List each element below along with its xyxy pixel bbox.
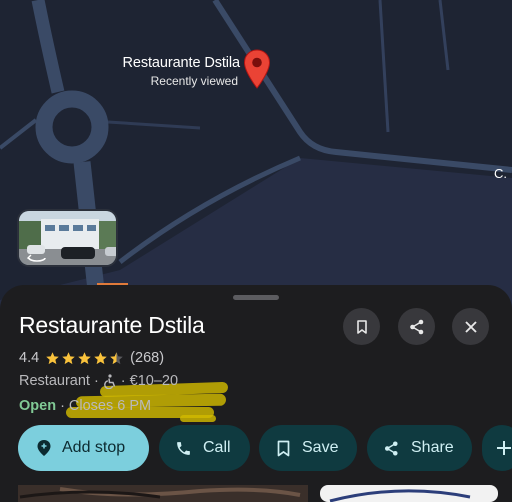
location-add-icon: [37, 440, 51, 456]
price-range: €10–20: [129, 373, 179, 389]
rating-value: 4.4: [19, 350, 40, 366]
category: Restaurant: [19, 373, 90, 389]
share-icon: [409, 319, 423, 334]
separator: ·: [93, 373, 99, 389]
photo-strip[interactable]: [0, 485, 512, 502]
star-rating: [45, 351, 125, 366]
more-actions-button[interactable]: [482, 425, 512, 471]
add-stop-label: Add stop: [62, 439, 126, 456]
close-icon: [464, 320, 477, 333]
bookmark-icon: [356, 319, 367, 334]
open-status: Open: [19, 398, 57, 414]
plus-icon: [497, 441, 511, 455]
drag-handle[interactable]: [233, 295, 279, 300]
review-count[interactable]: (268): [130, 350, 164, 366]
save-button[interactable]: Save: [259, 425, 357, 471]
map-pin-title[interactable]: Restaurante Dstila: [0, 55, 241, 71]
phone-icon: [177, 441, 190, 455]
save-place-button[interactable]: [343, 308, 380, 345]
map-edge-label: C.: [494, 166, 507, 181]
star-icon: [62, 351, 75, 364]
wheelchair-icon: [103, 373, 115, 389]
location-pin-icon[interactable]: [243, 49, 271, 89]
save-label: Save: [302, 439, 339, 456]
add-stop-button[interactable]: Add stop: [18, 425, 149, 471]
place-sheet: Restaurante Dstila 4.4 (268) Restaurant …: [0, 285, 512, 502]
star-icon: [94, 351, 107, 364]
star-icon: [78, 351, 91, 364]
share-place-button[interactable]: [398, 308, 435, 345]
share-icon: [384, 441, 398, 455]
highlight-mark: [180, 415, 216, 422]
closing-time: Closes 6 PM: [68, 398, 152, 414]
map-pin-subtitle: Recently viewed: [150, 74, 238, 88]
share-label: Share: [411, 439, 454, 456]
hours-row[interactable]: Open · Closes 6 PM: [19, 398, 151, 414]
star-icon: [46, 351, 59, 364]
close-button[interactable]: [452, 308, 489, 345]
share-button[interactable]: Share: [367, 425, 472, 471]
separator: ·: [120, 373, 126, 389]
separator: ·: [60, 398, 65, 414]
star-half-icon: [110, 351, 123, 364]
category-row: Restaurant · · €10–20: [19, 373, 178, 389]
place-title: Restaurante Dstila: [19, 312, 205, 338]
street-view-thumbnail[interactable]: [17, 209, 118, 267]
rating-row[interactable]: 4.4 (268): [19, 348, 164, 368]
call-label: Call: [203, 439, 231, 456]
call-button[interactable]: Call: [159, 425, 250, 471]
bookmark-icon: [277, 440, 290, 456]
action-buttons: Add stop Call Save Share: [18, 425, 512, 471]
